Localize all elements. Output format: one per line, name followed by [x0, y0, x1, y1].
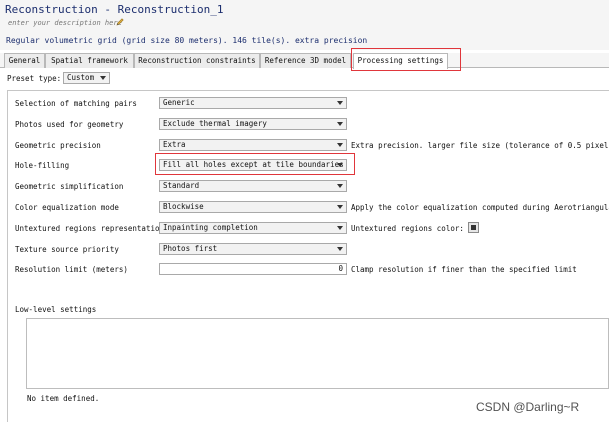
geometric-precision-value: Extra — [163, 140, 186, 149]
color-equalization-label: Color equalization mode — [15, 203, 119, 212]
watermark: CSDN @Darling~R — [476, 400, 580, 414]
photos-geometry-value: Exclude thermal imagery — [163, 119, 267, 128]
page-title: Reconstruction - Reconstruction_1 — [5, 3, 224, 16]
low-level-settings-label: Low-level settings — [15, 305, 97, 314]
dropdown-arrow-icon — [337, 101, 343, 105]
color-equalization-select[interactable]: Blockwise — [159, 201, 347, 213]
dropdown-arrow-icon — [337, 226, 343, 230]
preset-type-select[interactable]: Custom — [63, 72, 110, 84]
dropdown-arrow-icon — [337, 143, 343, 147]
texture-source-label: Texture source priority — [15, 245, 119, 254]
dropdown-arrow-icon — [337, 205, 343, 209]
geometric-precision-select[interactable]: Extra — [159, 139, 347, 151]
reconstruction-header: Reconstruction - Reconstruction_1 enter … — [0, 0, 609, 50]
preset-type-label: Preset type: — [7, 74, 62, 83]
matching-pairs-select[interactable]: Generic — [159, 97, 347, 109]
photos-geometry-select[interactable]: Exclude thermal imagery — [159, 118, 347, 130]
photos-geometry-label: Photos used for geometry — [15, 120, 124, 129]
dropdown-arrow-icon — [337, 184, 343, 188]
untextured-regions-value: Inpainting completion — [163, 223, 258, 232]
geometric-precision-label: Geometric precision — [15, 141, 101, 150]
untextured-regions-select[interactable]: Inpainting completion — [159, 222, 347, 234]
geometric-simplification-value: Standard — [163, 181, 200, 190]
dropdown-arrow-icon — [100, 76, 106, 80]
description-field[interactable]: enter your description here — [8, 19, 122, 27]
resolution-limit-hint: Clamp resolution if finer than the speci… — [351, 265, 577, 274]
hole-filling-label: Hole-filling — [15, 161, 70, 170]
matching-pairs-label: Selection of matching pairs — [15, 99, 137, 108]
hole-filling-highlight-box — [155, 153, 355, 175]
geometric-simplification-select[interactable]: Standard — [159, 180, 347, 192]
untextured-color-label: Untextured regions color: — [351, 224, 464, 233]
low-level-settings-list[interactable] — [26, 318, 609, 389]
geometric-simplification-label: Geometric simplification — [15, 182, 124, 191]
pencil-edit-icon[interactable] — [115, 17, 125, 27]
tab-reconstruction-constraints[interactable]: Reconstruction constraints — [134, 53, 260, 68]
untextured-color-picker[interactable] — [468, 222, 479, 233]
tab-highlight-box — [351, 48, 461, 71]
texture-source-value: Photos first — [163, 244, 218, 253]
tab-bar: General Spatial framework Reconstruction… — [0, 53, 609, 69]
resolution-limit-input[interactable]: 0 — [159, 263, 347, 275]
texture-source-select[interactable]: Photos first — [159, 243, 347, 255]
resolution-limit-label: Resolution limit (meters) — [15, 265, 128, 274]
matching-pairs-value: Generic — [163, 98, 195, 107]
geometric-precision-hint: Extra precision. larger file size (toler… — [351, 141, 609, 150]
untextured-regions-label: Untextured regions representation — [15, 224, 165, 233]
tab-reference-3d-model[interactable]: Reference 3D model — [260, 53, 351, 68]
dropdown-arrow-icon — [337, 247, 343, 251]
color-equalization-value: Blockwise — [163, 202, 204, 211]
low-level-empty-text: No item defined. — [27, 394, 100, 403]
tab-spatial-framework[interactable]: Spatial framework — [45, 53, 134, 68]
preset-type-value: Custom — [67, 73, 95, 82]
color-equalization-hint: Apply the color equalization computed du… — [351, 203, 609, 212]
tab-general[interactable]: General — [4, 53, 45, 68]
reconstruction-summary: Regular volumetric grid (grid size 80 me… — [6, 36, 368, 45]
dropdown-arrow-icon — [337, 122, 343, 126]
